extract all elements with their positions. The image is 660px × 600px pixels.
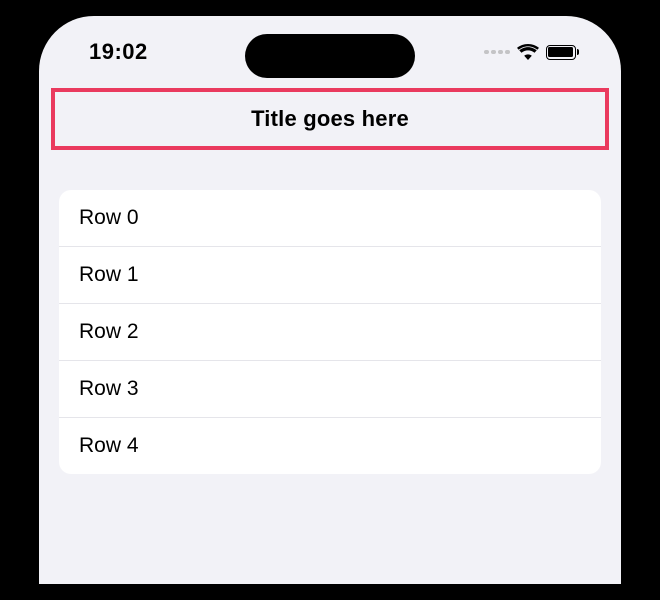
list-item-label: Row 2 (79, 320, 139, 343)
battery-icon (546, 45, 580, 60)
list-item-label: Row 0 (79, 206, 139, 229)
dynamic-island[interactable] (245, 34, 415, 78)
status-time: 19:02 (89, 39, 148, 65)
list-item-label: Row 3 (79, 377, 139, 400)
device-frame: 19:02 (23, 0, 637, 600)
list[interactable]: Row 0 Row 1 Row 2 Row 3 Row 4 (59, 190, 601, 474)
list-item[interactable]: Row 0 (59, 190, 601, 247)
list-item[interactable]: Row 4 (59, 418, 601, 474)
wifi-icon (517, 44, 539, 60)
power-button[interactable] (644, 310, 650, 435)
cellular-icon (484, 50, 510, 55)
list-item[interactable]: Row 2 (59, 304, 601, 361)
list-item-label: Row 1 (79, 263, 139, 286)
list-item-label: Row 4 (79, 434, 139, 457)
list-item[interactable]: Row 1 (59, 247, 601, 304)
volume-down-button[interactable] (10, 380, 16, 460)
volume-switch[interactable] (10, 215, 16, 255)
navigation-bar: Title goes here (51, 88, 609, 150)
list-item[interactable]: Row 3 (59, 361, 601, 418)
screen: 19:02 (39, 16, 621, 584)
page-title: Title goes here (251, 106, 409, 132)
status-icons (484, 44, 579, 60)
volume-up-button[interactable] (10, 280, 16, 360)
